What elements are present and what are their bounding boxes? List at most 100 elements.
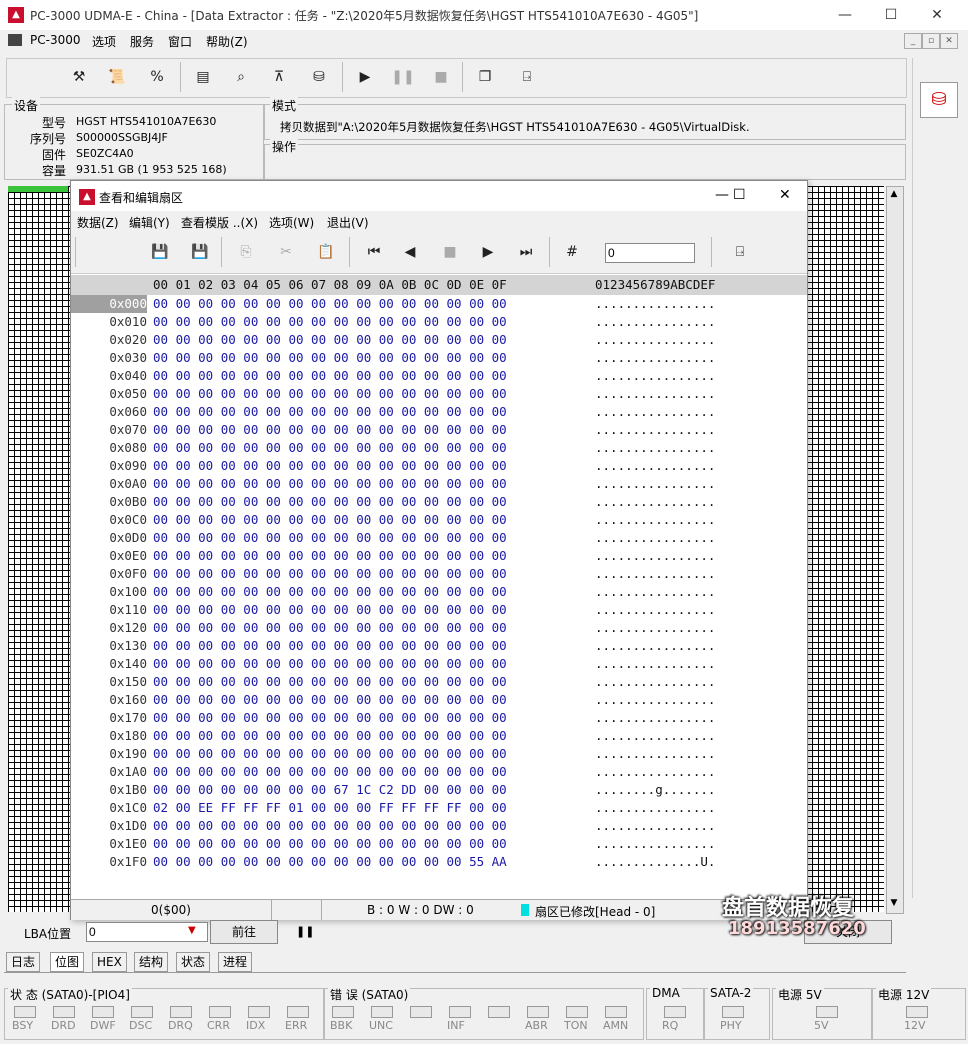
tab-bitmap[interactable]: 位图 [50,952,85,972]
copy-icon[interactable]: ⎘ [233,239,259,265]
row-ascii[interactable]: ................ [595,295,715,313]
table-row[interactable]: 0x060 00 00 00 00 00 00 00 00 00 00 00 00… [71,403,807,421]
scroll-up-icon[interactable]: ▲ [887,187,901,201]
table-row[interactable]: 0x1A0 00 00 00 00 00 00 00 00 00 00 00 00… [71,763,807,781]
row-ascii[interactable]: ................ [595,637,715,655]
row-ascii[interactable]: ................ [595,727,715,745]
row-bytes[interactable]: 00 00 00 00 00 00 00 00 00 00 00 00 00 0… [153,385,507,403]
row-bytes[interactable]: 00 00 00 00 00 00 00 00 00 00 00 00 00 0… [153,421,507,439]
row-bytes[interactable]: 00 00 00 00 00 00 00 00 00 00 00 00 00 0… [153,439,507,457]
pause-icon[interactable]: ❚❚ [390,64,416,90]
row-bytes[interactable]: 00 00 00 00 00 00 00 00 00 00 00 00 00 0… [153,457,507,475]
dialog-menu-exit[interactable]: 退出(V) [327,214,369,231]
tab-structure[interactable]: 结构 [134,952,169,972]
stop-icon[interactable]: ■ [428,64,454,90]
row-bytes[interactable]: 00 00 00 00 00 00 00 00 00 00 00 00 00 0… [153,565,507,583]
row-bytes[interactable]: 00 00 00 00 00 00 00 00 00 00 00 00 00 0… [153,745,507,763]
row-bytes[interactable]: 00 00 00 00 00 00 00 00 00 00 00 00 00 0… [153,529,507,547]
menu-service[interactable]: 服务 [130,33,154,50]
table-row[interactable]: 0x050 00 00 00 00 00 00 00 00 00 00 00 00… [71,385,807,403]
row-bytes[interactable]: 00 00 00 00 00 00 00 00 00 00 00 00 00 0… [153,637,507,655]
paste-icon[interactable]: 📋 [313,239,339,265]
table-row[interactable]: 0x070 00 00 00 00 00 00 00 00 00 00 00 00… [71,421,807,439]
table-row[interactable]: 0x0F0 00 00 00 00 00 00 00 00 00 00 00 00… [71,565,807,583]
minimize-button[interactable]: — [822,0,868,30]
table-row[interactable]: 0x160 00 00 00 00 00 00 00 00 00 00 00 00… [71,691,807,709]
row-bytes[interactable]: 00 00 00 00 00 00 00 00 00 00 00 00 00 0… [153,835,507,853]
row-bytes[interactable]: 00 00 00 00 00 00 00 00 67 1C C2 DD 00 0… [153,781,507,799]
row-bytes[interactable]: 00 00 00 00 00 00 00 00 00 00 00 00 00 0… [153,727,507,745]
row-bytes[interactable]: 00 00 00 00 00 00 00 00 00 00 00 00 00 0… [153,709,507,727]
table-row[interactable]: 0x1F0 00 00 00 00 00 00 00 00 00 00 00 00… [71,853,807,871]
row-ascii[interactable]: ................ [595,403,715,421]
row-ascii[interactable]: ................ [595,619,715,637]
read-sector-icon[interactable]: 💾 [147,239,173,265]
drive-icon[interactable]: ▤ [190,64,216,90]
row-bytes[interactable]: 00 00 00 00 00 00 00 00 00 00 00 00 00 0… [153,583,507,601]
row-bytes[interactable]: 00 00 00 00 00 00 00 00 00 00 00 00 00 0… [153,673,507,691]
table-row[interactable]: 0x000 00 00 00 00 00 00 00 00 00 00 00 00… [71,295,807,313]
tab-status[interactable]: 状态 [176,952,211,972]
row-ascii[interactable]: ................ [595,673,715,691]
row-bytes[interactable]: 00 00 00 00 00 00 00 00 00 00 00 00 00 0… [153,313,507,331]
disk-icon[interactable]: ⛁ [306,64,332,90]
table-row[interactable]: 0x120 00 00 00 00 00 00 00 00 00 00 00 00… [71,619,807,637]
row-ascii[interactable]: ................ [595,331,715,349]
tab-hex[interactable]: HEX [92,952,127,972]
dialog-maximize-button[interactable]: ☐ [733,187,746,203]
row-ascii[interactable]: ................ [595,493,715,511]
stop-scan-icon[interactable]: ■ [437,239,463,265]
menu-pc3000[interactable]: PC-3000 [30,33,80,47]
hex-data-area[interactable]: 0x000 00 00 00 00 00 00 00 00 00 00 00 00… [71,295,807,899]
play-icon[interactable]: ▶ [352,64,378,90]
table-row[interactable]: 0x0A0 00 00 00 00 00 00 00 00 00 00 00 00… [71,475,807,493]
table-row[interactable]: 0x190 00 00 00 00 00 00 00 00 00 00 00 00… [71,745,807,763]
row-ascii[interactable]: ................ [595,529,715,547]
row-ascii[interactable]: ................ [595,709,715,727]
row-ascii[interactable]: ........g....... [595,781,715,799]
windows-icon[interactable]: ❐ [472,64,498,90]
row-bytes[interactable]: 02 00 EE FF FF FF 01 00 00 00 FF FF FF F… [153,799,507,817]
row-ascii[interactable]: ................ [595,745,715,763]
table-row[interactable]: 0x180 00 00 00 00 00 00 00 00 00 00 00 00… [71,727,807,745]
head-icon[interactable]: ⊼ [266,64,292,90]
table-row[interactable]: 0x1E0 00 00 00 00 00 00 00 00 00 00 00 00… [71,835,807,853]
row-bytes[interactable]: 00 00 00 00 00 00 00 00 00 00 00 00 00 0… [153,601,507,619]
row-bytes[interactable]: 00 00 00 00 00 00 00 00 00 00 00 00 00 0… [153,511,507,529]
row-ascii[interactable]: ................ [595,367,715,385]
menu-window[interactable]: 窗口 [168,33,192,50]
row-bytes[interactable]: 00 00 00 00 00 00 00 00 00 00 00 00 00 0… [153,619,507,637]
dialog-minimize-button[interactable]: — [715,187,729,203]
row-bytes[interactable]: 00 00 00 00 00 00 00 00 00 00 00 00 00 0… [153,367,507,385]
row-ascii[interactable]: ................ [595,565,715,583]
row-ascii[interactable]: ................ [595,835,715,853]
cut-icon[interactable]: ✂ [273,239,299,265]
scroll-down-icon[interactable]: ▼ [887,896,901,910]
row-ascii[interactable]: ................ [595,475,715,493]
table-row[interactable]: 0x170 00 00 00 00 00 00 00 00 00 00 00 00… [71,709,807,727]
table-row[interactable]: 0x100 00 00 00 00 00 00 00 00 00 00 00 00… [71,583,807,601]
row-bytes[interactable]: 00 00 00 00 00 00 00 00 00 00 00 00 00 0… [153,349,507,367]
row-ascii[interactable]: ................ [595,349,715,367]
bitmap-scrollbar[interactable] [886,186,904,914]
table-row[interactable]: 0x0E0 00 00 00 00 00 00 00 00 00 00 00 00… [71,547,807,565]
table-row[interactable]: 0x0D0 00 00 00 00 00 00 00 00 00 00 00 00… [71,529,807,547]
row-ascii[interactable]: ................ [595,655,715,673]
table-row[interactable]: 0x1D0 00 00 00 00 00 00 00 00 00 00 00 00… [71,817,807,835]
scroll-icon[interactable]: 📜 [104,64,130,90]
dialog-menu-options[interactable]: 选项(W) [269,214,314,231]
maximize-button[interactable]: ☐ [868,0,914,30]
table-row[interactable]: 0x130 00 00 00 00 00 00 00 00 00 00 00 00… [71,637,807,655]
row-bytes[interactable]: 00 00 00 00 00 00 00 00 00 00 00 00 00 0… [153,331,507,349]
row-bytes[interactable]: 00 00 00 00 00 00 00 00 00 00 00 00 00 0… [153,547,507,565]
table-row[interactable]: 0x110 00 00 00 00 00 00 00 00 00 00 00 00… [71,601,807,619]
table-row[interactable]: 0x040 00 00 00 00 00 00 00 00 00 00 00 00… [71,367,807,385]
row-bytes[interactable]: 00 00 00 00 00 00 00 00 00 00 00 00 00 0… [153,493,507,511]
table-row[interactable]: 0x0B0 00 00 00 00 00 00 00 00 00 00 00 00… [71,493,807,511]
database-icon[interactable]: ⛁ [920,82,958,118]
lba-pause-button[interactable]: ❚❚ [296,925,314,938]
prev-sector-icon[interactable]: ◀ [397,239,423,265]
exit-icon[interactable]: ⍈ [514,64,540,90]
row-ascii[interactable]: ..............U. [595,853,715,871]
table-row[interactable]: 0x150 00 00 00 00 00 00 00 00 00 00 00 00… [71,673,807,691]
